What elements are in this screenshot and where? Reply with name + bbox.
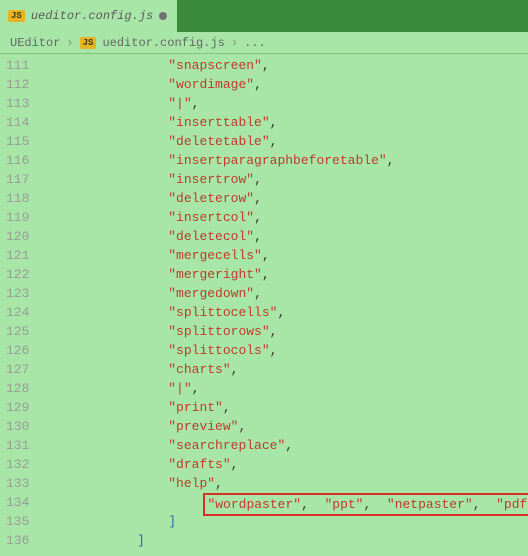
code-line: "charts", bbox=[43, 360, 528, 379]
js-icon: JS bbox=[80, 37, 97, 49]
line-number: 117 bbox=[6, 170, 29, 189]
line-number: 111 bbox=[6, 56, 29, 75]
tab-filename: ueditor.config.js bbox=[31, 9, 153, 23]
line-number: 119 bbox=[6, 208, 29, 227]
code-line: "print", bbox=[43, 398, 528, 417]
line-number: 112 bbox=[6, 75, 29, 94]
line-number: 124 bbox=[6, 303, 29, 322]
breadcrumb-more[interactable]: ... bbox=[244, 36, 266, 50]
code-line: "searchreplace", bbox=[43, 436, 528, 455]
tab-bar: JS ueditor.config.js bbox=[0, 0, 528, 32]
line-number: 113 bbox=[6, 94, 29, 113]
code-line: "|", bbox=[43, 94, 528, 113]
js-icon: JS bbox=[8, 10, 25, 22]
code-line: "inserttable", bbox=[43, 113, 528, 132]
line-number: 133 bbox=[6, 474, 29, 493]
code-content[interactable]: "snapscreen", "wordimage", "|", "insertt… bbox=[43, 54, 528, 556]
line-number: 127 bbox=[6, 360, 29, 379]
line-number: 130 bbox=[6, 417, 29, 436]
line-number: 128 bbox=[6, 379, 29, 398]
breadcrumb-file[interactable]: ueditor.config.js bbox=[102, 36, 224, 50]
code-line: "wordimage", bbox=[43, 75, 528, 94]
code-line: "wordpaster", "ppt", "netpaster", "pdf" bbox=[43, 493, 528, 512]
tab-ueditor-config[interactable]: JS ueditor.config.js bbox=[0, 0, 177, 32]
code-line: "mergeright", bbox=[43, 265, 528, 284]
code-line: "mergedown", bbox=[43, 284, 528, 303]
line-number: 121 bbox=[6, 246, 29, 265]
line-number: 129 bbox=[6, 398, 29, 417]
line-number-gutter: 1111121131141151161171181191201211221231… bbox=[0, 54, 43, 556]
dirty-indicator-icon[interactable] bbox=[159, 12, 167, 20]
line-number: 126 bbox=[6, 341, 29, 360]
chevron-right-icon: › bbox=[66, 36, 73, 50]
code-line: "deletecol", bbox=[43, 227, 528, 246]
code-line: "snapscreen", bbox=[43, 56, 528, 75]
line-number: 131 bbox=[6, 436, 29, 455]
line-number: 132 bbox=[6, 455, 29, 474]
code-line: "mergecells", bbox=[43, 246, 528, 265]
line-number: 115 bbox=[6, 132, 29, 151]
code-line: "deleterow", bbox=[43, 189, 528, 208]
chevron-right-icon: › bbox=[231, 36, 238, 50]
code-line: "drafts", bbox=[43, 455, 528, 474]
code-line: "insertparagraphbeforetable", bbox=[43, 151, 528, 170]
code-line: "splittorows", bbox=[43, 322, 528, 341]
code-line: "insertcol", bbox=[43, 208, 528, 227]
code-line: "help", bbox=[43, 474, 528, 493]
line-number: 136 bbox=[6, 531, 29, 550]
code-line: ] bbox=[43, 531, 528, 550]
line-number: 114 bbox=[6, 113, 29, 132]
line-number: 118 bbox=[6, 189, 29, 208]
line-number: 134 bbox=[6, 493, 29, 512]
code-line: "|", bbox=[43, 379, 528, 398]
code-line: "splittocols", bbox=[43, 341, 528, 360]
breadcrumb: UEditor › JS ueditor.config.js › ... bbox=[0, 32, 528, 54]
code-line: "insertrow", bbox=[43, 170, 528, 189]
line-number: 125 bbox=[6, 322, 29, 341]
code-line: "preview", bbox=[43, 417, 528, 436]
line-number: 122 bbox=[6, 265, 29, 284]
line-number: 135 bbox=[6, 512, 29, 531]
line-number: 116 bbox=[6, 151, 29, 170]
breadcrumb-root[interactable]: UEditor bbox=[10, 36, 60, 50]
code-line: "deletetable", bbox=[43, 132, 528, 151]
code-editor[interactable]: 1111121131141151161171181191201211221231… bbox=[0, 54, 528, 556]
code-line: "splittocells", bbox=[43, 303, 528, 322]
line-number: 123 bbox=[6, 284, 29, 303]
line-number: 120 bbox=[6, 227, 29, 246]
